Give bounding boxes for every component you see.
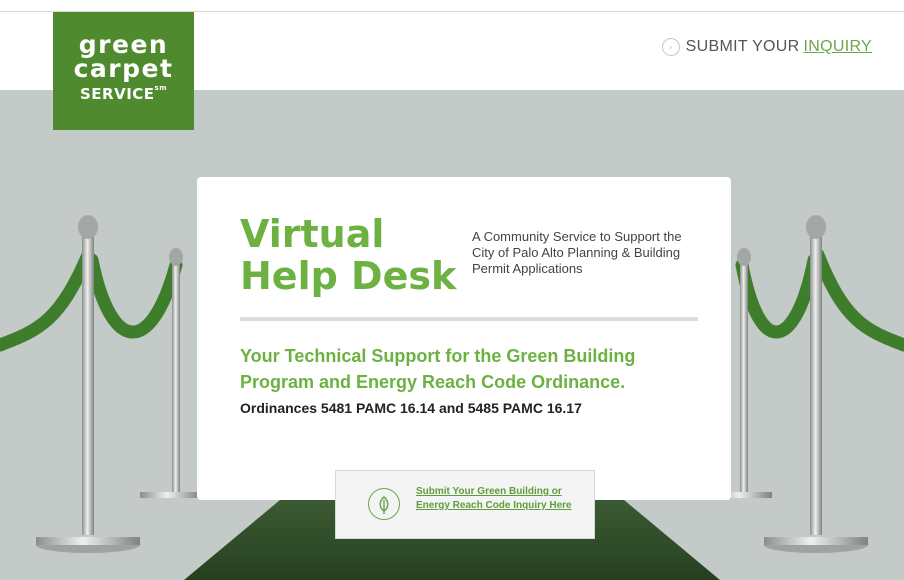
logo-line-3: SERVICEsm	[53, 84, 194, 103]
hero-divider	[240, 317, 698, 321]
inquiry-prefix: SUBMIT YOUR	[685, 38, 800, 55]
hero-card: Virtual Help Desk A Community Service to…	[197, 177, 731, 500]
logo-service-text: SERVICE	[79, 85, 155, 103]
hero-subtitle: A Community Service to Support the City …	[472, 229, 682, 276]
submit-inquiry-link[interactable]: › SUBMIT YOUR INQUIRY	[661, 38, 872, 56]
title-line-2: Help Desk	[240, 254, 457, 298]
logo-line-2: carpet	[73, 54, 174, 83]
submit-inquiry-button[interactable]: Submit Your Green Building or Energy Rea…	[335, 470, 595, 539]
chevron-right-circle-icon: ›	[661, 38, 680, 56]
page-title: Virtual Help Desk	[240, 213, 456, 297]
description-ordinances: Ordinances 5481 PAMC 16.14 and 5485 PAMC…	[240, 400, 582, 416]
hero-description: Your Technical Support for the Green Bui…	[240, 344, 680, 421]
inquiry-link-text[interactable]: INQUIRY	[804, 38, 872, 56]
title-line-1: Virtual	[240, 212, 385, 256]
green-carpet-logo[interactable]: green carpet SERVICEsm	[53, 12, 194, 130]
description-highlight: Your Technical Support for the Green Bui…	[240, 346, 636, 392]
submit-inquiry-label[interactable]: Submit Your Green Building or Energy Rea…	[416, 485, 576, 513]
logo-sm-mark: sm	[154, 84, 167, 92]
leaf-icon	[368, 488, 400, 520]
